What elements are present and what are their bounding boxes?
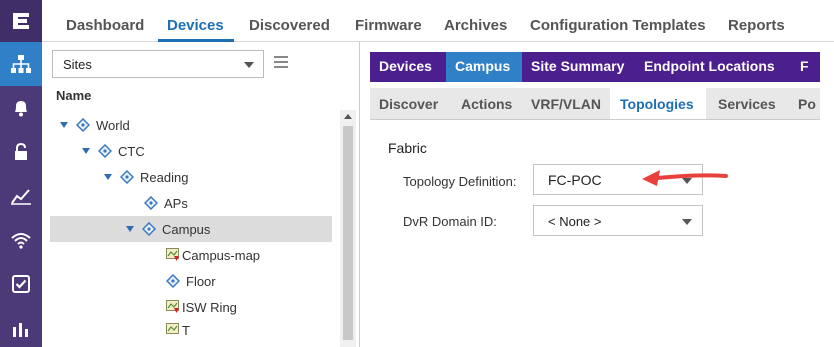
tree-node-label: T xyxy=(182,322,190,338)
hamburger-menu-icon[interactable] xyxy=(274,56,288,71)
topology-definition-label: Topology Definition: xyxy=(403,174,517,189)
chevron-down-icon xyxy=(244,62,254,68)
subtab-vrf-vlan[interactable]: VRF/VLAN xyxy=(531,96,601,112)
tab-site-summary[interactable]: Site Summary xyxy=(531,58,624,74)
tree-node-ctc[interactable]: CTC xyxy=(82,138,145,164)
tree-node-label: Campus xyxy=(162,221,211,237)
topology-definition-value: FC-POC xyxy=(548,172,602,188)
subtab-services[interactable]: Services xyxy=(718,96,776,112)
nav-dashboard[interactable]: Dashboard xyxy=(66,17,144,34)
extreme-logo-icon[interactable] xyxy=(0,0,42,42)
tab-endpoint-locations[interactable]: Endpoint Locations xyxy=(644,58,775,74)
tree-node-label: World xyxy=(96,117,130,133)
tree-node-label: ISW Ring xyxy=(182,299,237,315)
fabric-panel: Fabric Topology Definition: FC-POC DvR D… xyxy=(370,120,810,347)
nav-discovered[interactable]: Discovered xyxy=(249,17,330,34)
tree-node-aps[interactable]: APs xyxy=(144,190,188,216)
expand-arrow-icon[interactable] xyxy=(60,122,68,128)
site-icon xyxy=(76,118,90,132)
analytics-icon[interactable] xyxy=(0,174,42,218)
annotation-arrow-icon xyxy=(642,170,728,186)
tab-truncated[interactable]: F xyxy=(800,58,809,74)
tree-scrollbar[interactable] xyxy=(340,110,356,347)
dvr-domain-id-label: DvR Domain ID: xyxy=(403,214,497,229)
tree-node-world[interactable]: World xyxy=(60,112,130,138)
subtab-discover[interactable]: Discover xyxy=(379,96,438,112)
tree-node-campus[interactable]: Campus xyxy=(50,216,332,242)
sites-selector-value: Sites xyxy=(63,57,92,72)
sites-selector[interactable]: Sites xyxy=(52,50,264,78)
tree-header-name[interactable]: Name xyxy=(50,88,350,110)
tasks-check-icon[interactable] xyxy=(0,262,42,306)
subtab-actions[interactable]: Actions xyxy=(461,96,512,112)
tree-node-campus-map[interactable]: Campus-map xyxy=(166,242,260,268)
site-tree: World CTC Reading APs Campus Campus-map … xyxy=(50,110,332,347)
tree-node-label: Floor xyxy=(186,273,216,289)
fabric-section-title: Fabric xyxy=(388,140,427,156)
dvr-domain-id-select[interactable]: < None > xyxy=(533,205,703,236)
site-icon xyxy=(166,274,180,288)
network-tree-icon[interactable] xyxy=(0,42,42,86)
expand-arrow-icon[interactable] xyxy=(104,174,112,180)
nav-devices[interactable]: Devices xyxy=(167,17,224,34)
tab-devices[interactable]: Devices xyxy=(379,58,432,74)
chevron-down-icon xyxy=(682,219,692,225)
map-icon xyxy=(166,323,179,334)
tree-node-reading[interactable]: Reading xyxy=(104,164,188,190)
secondary-tabs: Discover Actions VRF/VLAN Topologies Ser… xyxy=(370,88,820,120)
tree-node-label: CTC xyxy=(118,143,145,159)
tree-node-isw-ring[interactable]: ISW Ring xyxy=(166,294,237,320)
primary-tabs: Devices Campus Site Summary Endpoint Loc… xyxy=(370,52,820,82)
sites-panel: Sites Name World CTC Reading APs Campus xyxy=(42,42,360,347)
map-icon xyxy=(166,300,179,313)
scroll-up-icon[interactable] xyxy=(344,114,352,119)
nav-reports[interactable]: Reports xyxy=(728,17,785,34)
tab-campus[interactable]: Campus xyxy=(455,58,510,74)
reports-bar-icon[interactable] xyxy=(0,306,42,347)
nav-archives[interactable]: Archives xyxy=(444,17,507,34)
map-icon xyxy=(166,248,179,261)
tree-node-label: APs xyxy=(164,195,188,211)
scrollbar-thumb[interactable] xyxy=(343,126,353,340)
site-icon xyxy=(144,196,158,210)
subtab-truncated[interactable]: Po xyxy=(798,96,816,112)
icon-rail xyxy=(0,0,42,347)
site-icon xyxy=(98,144,112,158)
site-icon xyxy=(120,170,134,184)
tree-node-floor[interactable]: Floor xyxy=(166,268,216,294)
expand-arrow-icon[interactable] xyxy=(126,226,134,232)
top-navigation: Dashboard Devices Discovered Firmware Ar… xyxy=(42,0,834,42)
tree-node-label: Campus-map xyxy=(182,247,261,263)
subtab-topologies[interactable]: Topologies xyxy=(620,96,694,112)
tree-node-label: Reading xyxy=(140,169,189,185)
nav-firmware[interactable]: Firmware xyxy=(355,17,422,34)
lock-icon[interactable] xyxy=(0,130,42,174)
expand-arrow-icon[interactable] xyxy=(82,148,90,154)
tree-node-t[interactable]: T xyxy=(166,320,190,340)
site-icon xyxy=(142,222,156,236)
nav-configuration-templates[interactable]: Configuration Templates xyxy=(530,17,706,34)
bell-icon[interactable] xyxy=(0,86,42,130)
wireless-icon[interactable] xyxy=(0,218,42,262)
dvr-domain-id-value: < None > xyxy=(548,214,602,229)
